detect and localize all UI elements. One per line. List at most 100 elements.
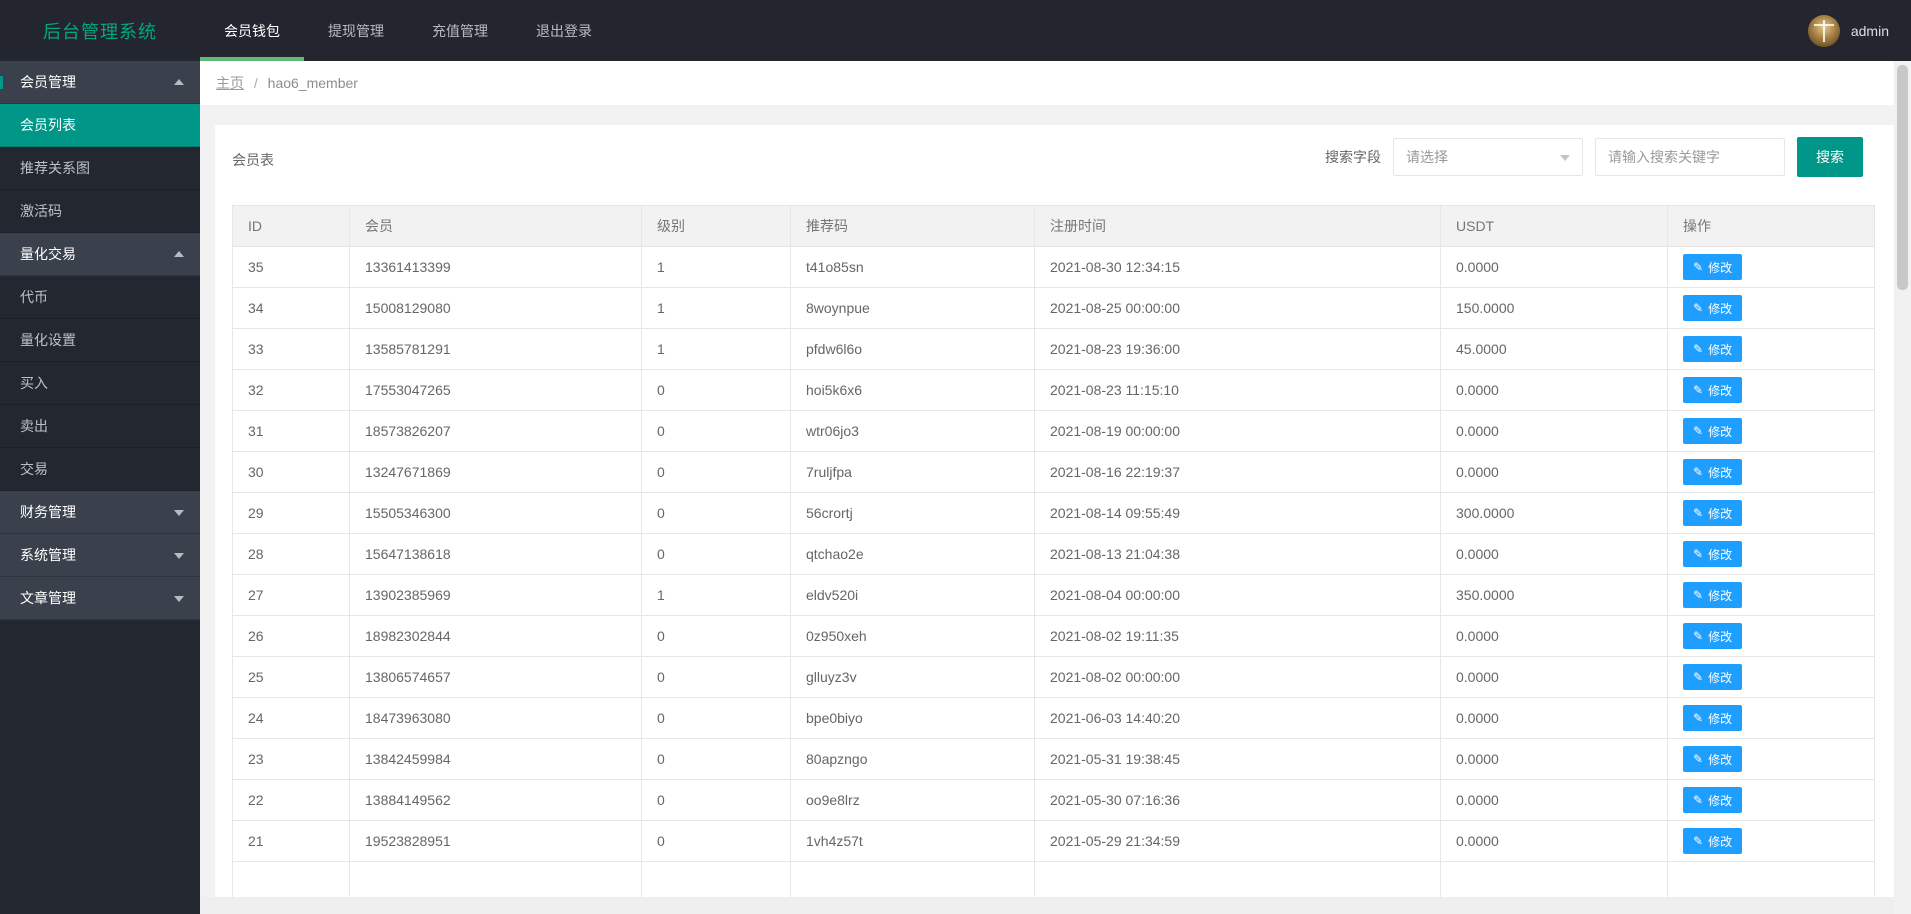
cell-member: 13361413399	[350, 247, 642, 288]
top-tab[interactable]: 充值管理	[408, 0, 512, 61]
breadcrumb-home-link[interactable]: 主页	[216, 75, 244, 91]
user-area[interactable]: admin	[1808, 0, 1911, 61]
table-row: 31185738262070wtr06jo32021-08-19 00:00:0…	[233, 411, 1875, 452]
edit-button-label: 修改	[1708, 710, 1732, 727]
edit-button-label: 修改	[1708, 423, 1732, 440]
pencil-icon: ✎	[1693, 835, 1703, 847]
top-tab[interactable]: 提现管理	[304, 0, 408, 61]
cell-actions: ✎修改	[1668, 493, 1875, 534]
edit-button[interactable]: ✎ 修改	[1683, 746, 1742, 772]
edit-button-label: 修改	[1708, 751, 1732, 768]
table-row: 25138065746570glluyz3v2021-08-02 00:00:0…	[233, 657, 1875, 698]
cell-id: 31	[233, 411, 350, 452]
cell-id: 25	[233, 657, 350, 698]
sidebar-item[interactable]: 交易	[0, 448, 200, 491]
search-button[interactable]: 搜索	[1797, 137, 1863, 177]
edit-button[interactable]: ✎修改	[1683, 295, 1742, 321]
pencil-icon: ✎	[1693, 712, 1703, 724]
horizontal-scrollbar[interactable]	[200, 897, 1894, 914]
pencil-icon: ✎	[1693, 302, 1703, 314]
sidebar-item-label: 文章管理	[20, 590, 76, 606]
sidebar-item[interactable]: 文章管理	[0, 577, 200, 620]
table-row-partial	[233, 862, 1875, 898]
cell-register-time: 2021-08-13 21:04:38	[1035, 534, 1441, 575]
breadcrumb-current: hao6_member	[268, 75, 358, 91]
cell-id: 34	[233, 288, 350, 329]
edit-button[interactable]: ✎修改	[1683, 254, 1742, 280]
sidebar-item[interactable]: 会员列表	[0, 104, 200, 147]
edit-button[interactable]: ✎修改	[1683, 582, 1742, 608]
edit-button[interactable]: ✎ 修改	[1683, 377, 1742, 403]
sidebar-item-label: 交易	[20, 461, 48, 477]
cell-usdt: 0.0000	[1441, 411, 1668, 452]
edit-button[interactable]: ✎修改	[1683, 828, 1742, 854]
edit-button-label: 修改	[1708, 341, 1732, 358]
edit-button-label: 修改	[1708, 382, 1732, 399]
sidebar-item[interactable]: 系统管理	[0, 534, 200, 577]
top-tab[interactable]: 会员钱包	[200, 0, 304, 61]
cell-actions: ✎修改	[1668, 329, 1875, 370]
cell-level: 0	[642, 370, 791, 411]
edit-button-label: 修改	[1708, 669, 1732, 686]
search-field-select[interactable]: 请选择	[1393, 138, 1583, 176]
sidebar-item[interactable]: 激活码	[0, 190, 200, 233]
top-tab[interactable]: 退出登录	[512, 0, 616, 61]
cell-usdt: 0.0000	[1441, 534, 1668, 575]
cell-member: 13842459984	[350, 739, 642, 780]
cell-member: 18473963080	[350, 698, 642, 739]
edit-button[interactable]: ✎修改	[1683, 541, 1742, 567]
cell-level: 1	[642, 247, 791, 288]
chevron-down-icon	[1560, 155, 1570, 161]
cell-empty	[233, 862, 350, 898]
app-logo: 后台管理系统	[0, 0, 200, 61]
user-avatar[interactable]	[1808, 15, 1840, 47]
edit-button[interactable]: ✎修改	[1683, 459, 1742, 485]
edit-button[interactable]: ✎修改	[1683, 336, 1742, 362]
edit-button[interactable]: ✎ 修改	[1683, 705, 1742, 731]
sidebar-item[interactable]: 量化设置	[0, 319, 200, 362]
sidebar-item[interactable]: 量化交易	[0, 233, 200, 276]
sidebar-item[interactable]: 财务管理	[0, 491, 200, 534]
cell-member: 17553047265	[350, 370, 642, 411]
sidebar-item[interactable]: 卖出	[0, 405, 200, 448]
search-keyword-input[interactable]	[1595, 138, 1785, 176]
edit-button-label: 修改	[1708, 792, 1732, 809]
table-row: 211952382895101vh4z57t2021-05-29 21:34:5…	[233, 821, 1875, 862]
edit-button-label: 修改	[1708, 587, 1732, 604]
cell-id: 35	[233, 247, 350, 288]
pencil-icon: ✎	[1693, 384, 1703, 396]
cell-id: 23	[233, 739, 350, 780]
cell-referral-code: t41o85sn	[791, 247, 1035, 288]
cell-actions: ✎ 修改	[1668, 698, 1875, 739]
edit-button[interactable]: ✎修改	[1683, 418, 1742, 444]
sidebar-item[interactable]: 代币	[0, 276, 200, 319]
cell-level: 0	[642, 493, 791, 534]
cell-referral-code: 1vh4z57t	[791, 821, 1035, 862]
cell-member: 13902385969	[350, 575, 642, 616]
edit-button[interactable]: ✎修改	[1683, 623, 1742, 649]
cell-actions: ✎修改	[1668, 821, 1875, 862]
table-row: 32175530472650hoi5k6x62021-08-23 11:15:1…	[233, 370, 1875, 411]
edit-button[interactable]: ✎修改	[1683, 664, 1742, 690]
vertical-scrollbar[interactable]	[1894, 61, 1911, 914]
sidebar-item[interactable]: 推荐关系图	[0, 147, 200, 190]
edit-button[interactable]: ✎修改	[1683, 787, 1742, 813]
pencil-icon: ✎	[1693, 753, 1703, 765]
sidebar-item[interactable]: 会员管理	[0, 61, 200, 104]
cell-member: 15008129080	[350, 288, 642, 329]
cell-level: 0	[642, 821, 791, 862]
cell-level: 0	[642, 534, 791, 575]
edit-button-label: 修改	[1708, 464, 1732, 481]
chevron-down-icon	[174, 553, 184, 559]
edit-button[interactable]: ✎修改	[1683, 500, 1742, 526]
sidebar-item[interactable]: 买入	[0, 362, 200, 405]
cell-actions: ✎ 修改	[1668, 370, 1875, 411]
cell-id: 26	[233, 616, 350, 657]
edit-button-label: 修改	[1708, 628, 1732, 645]
scrollbar-thumb[interactable]	[1897, 65, 1908, 290]
cell-id: 22	[233, 780, 350, 821]
cell-level: 0	[642, 780, 791, 821]
cell-actions: ✎修改	[1668, 657, 1875, 698]
cell-member: 13585781291	[350, 329, 642, 370]
table-row: 341500812908018woynpue2021-08-25 00:00:0…	[233, 288, 1875, 329]
